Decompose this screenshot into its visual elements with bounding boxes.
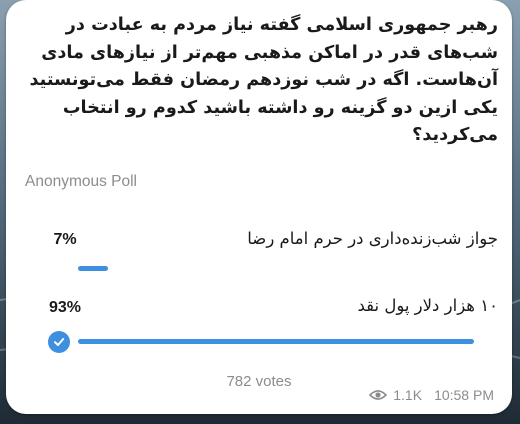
- view-count: 1.1K: [393, 387, 423, 403]
- poll-type-label: Anonymous Poll: [25, 173, 138, 190]
- check-circle-icon: [48, 331, 70, 353]
- option-1-result-bar: [78, 266, 108, 271]
- option-2-result-bar: [78, 339, 474, 344]
- eye-icon: [369, 390, 388, 400]
- option-2-text[interactable]: ۱۰ هزار دلار پول نقد: [357, 296, 498, 315]
- poll-message-bubble: رهبر جمهوری اسلامی گفته نیاز مردم به عبا…: [6, 0, 512, 414]
- option-2-percent: 93%: [48, 299, 82, 316]
- poll-question: رهبر جمهوری اسلامی گفته نیاز مردم به عبا…: [29, 15, 498, 145]
- message-time: 10:58 PM: [434, 387, 494, 403]
- message-meta: 1.1K 10:58 PM: [369, 387, 494, 403]
- option-1-text[interactable]: جواز شب‌زنده‌داری در حرم امام رضا: [247, 229, 498, 248]
- option-1-percent: 7%: [53, 231, 77, 248]
